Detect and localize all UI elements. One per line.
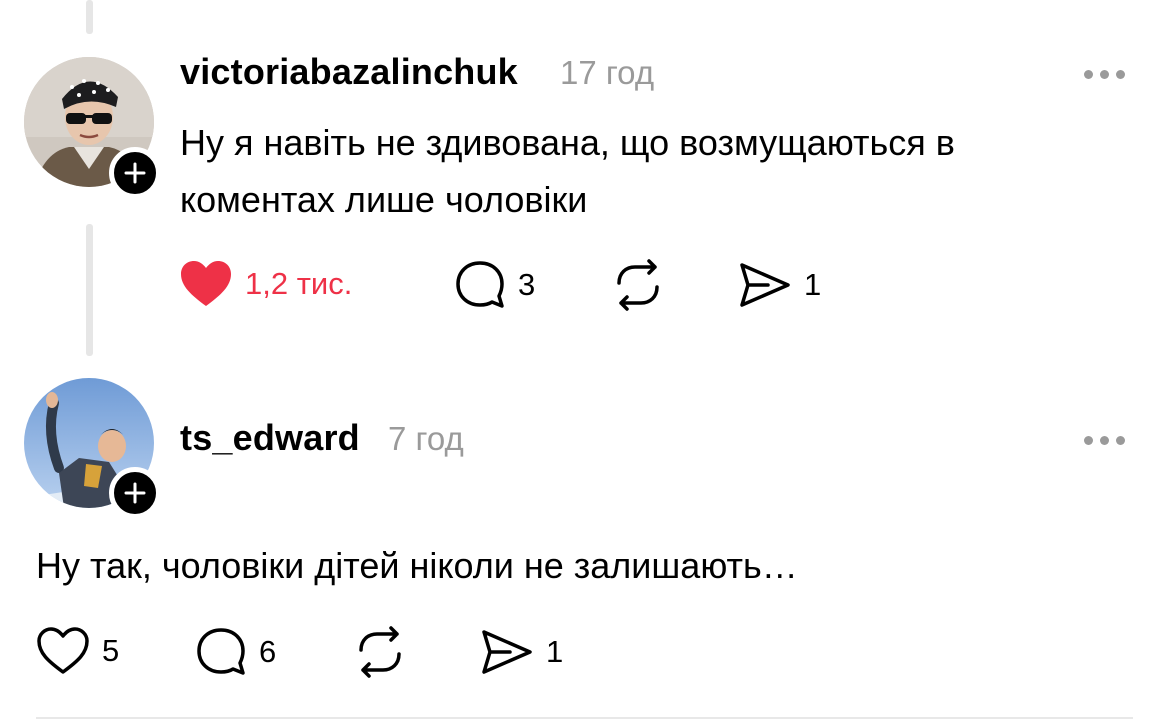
thread-line-top: [86, 0, 93, 34]
more-dots-icon: [1084, 436, 1093, 445]
follow-button[interactable]: [109, 147, 161, 199]
share-button[interactable]: 1: [738, 261, 821, 309]
comment-icon: [456, 261, 504, 308]
divider: [36, 717, 1133, 719]
username[interactable]: victoriabazalinchuk: [180, 51, 518, 93]
reply-count: 6: [259, 634, 277, 669]
post-text-line-2: коментах лише чоловіки: [180, 179, 588, 220]
like-button[interactable]: 5: [36, 626, 119, 676]
plus-icon: [124, 482, 146, 504]
post-text-line-1: Ну так, чоловіки дітей ніколи не залишаю…: [36, 545, 798, 586]
post-text-line-1: Ну я навіть не здивована, що возмущаютьс…: [180, 122, 955, 163]
more-button[interactable]: [1084, 70, 1125, 79]
repost-button[interactable]: [353, 626, 407, 678]
share-count: 1: [546, 634, 564, 669]
share-count: 1: [804, 267, 822, 302]
reply-count: 3: [518, 267, 536, 302]
repost-button[interactable]: [611, 259, 665, 311]
plus-icon: [124, 162, 146, 184]
reply-button[interactable]: 3: [454, 259, 535, 311]
repost-icon: [617, 259, 659, 311]
reply-button[interactable]: 6: [195, 626, 276, 678]
send-icon: [740, 263, 790, 307]
comment-icon: [197, 628, 245, 675]
heart-icon: [37, 627, 89, 674]
thread-line: [86, 224, 93, 356]
username[interactable]: ts_edward: [180, 417, 360, 459]
share-button[interactable]: 1: [480, 628, 563, 676]
more-dots-icon: [1084, 70, 1093, 79]
heart-icon: [181, 261, 231, 306]
more-button[interactable]: [1084, 436, 1125, 445]
like-count: 1,2 тис.: [245, 266, 353, 301]
like-button[interactable]: 1,2 тис.: [179, 259, 352, 309]
like-count: 5: [102, 633, 120, 668]
repost-icon: [359, 626, 401, 678]
post-time: 17 год: [560, 54, 655, 91]
follow-button[interactable]: [109, 467, 161, 519]
send-icon: [482, 630, 532, 674]
post-time: 7 год: [388, 420, 464, 457]
